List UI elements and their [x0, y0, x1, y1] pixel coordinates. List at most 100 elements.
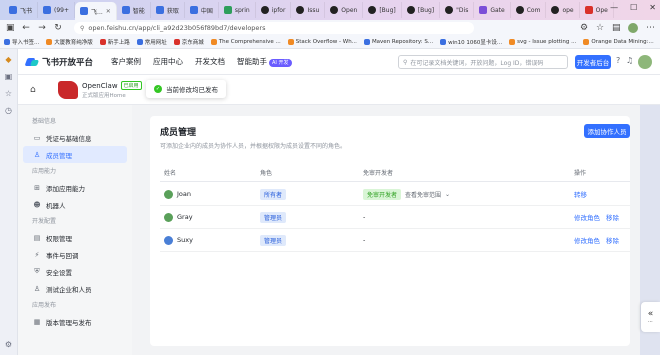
minimize-icon[interactable]: —: [610, 3, 618, 12]
sidebar-toggle-icon[interactable]: ▣: [6, 23, 15, 33]
favorites-icon[interactable]: ☆: [596, 23, 604, 33]
browser-tab[interactable]: "Dis: [440, 2, 475, 18]
browser-side-rail: ◆ ▣ ☆ ◷ ⚙: [0, 49, 18, 355]
bookmark-icon: [440, 39, 447, 45]
forward-icon[interactable]: →: [38, 23, 46, 33]
browser-tab[interactable]: Gate: [474, 2, 511, 18]
bookmark-item[interactable]: Orange Data Mining:...: [583, 39, 654, 45]
toast-text: 当前修改均已发布: [166, 86, 218, 94]
browser-tab[interactable]: ope: [546, 2, 580, 18]
bookmark-item[interactable]: svg - Issue plotting ...: [509, 39, 576, 45]
sidebar-group-title: 基础信息: [32, 118, 57, 125]
bookmark-label: 导入书签...: [12, 40, 40, 46]
tab-favicon-icon: [551, 6, 560, 14]
tab-favicon-icon: [584, 6, 593, 14]
collapse-panel-button[interactable]: « ⋯: [641, 302, 660, 332]
favorites-rail-icon[interactable]: ☆: [5, 89, 12, 98]
user-avatar[interactable]: [638, 55, 652, 69]
browser-tab[interactable]: [Bug]: [363, 2, 402, 18]
address-bar-row: ▣ ← → ↻ ⚲ open.feishu.cn/app/cli_a92d23b…: [0, 20, 660, 36]
view-scope-link[interactable]: 查看免审范围: [405, 190, 441, 199]
url-field[interactable]: ⚲ open.feishu.cn/app/cli_a92d23b056f89bd…: [74, 22, 474, 34]
browser-tab[interactable]: 飞... ✕: [75, 2, 117, 20]
url-text: open.feishu.cn/app/cli_a92d23b056f89bd7/…: [88, 24, 266, 32]
developer-console-button[interactable]: 开发者后台: [575, 55, 611, 69]
tab-label: Gate: [490, 6, 505, 14]
close-window-icon[interactable]: ✕: [649, 3, 656, 12]
row-action-link[interactable]: 移除: [606, 235, 619, 245]
bookmark-item[interactable]: The Comprehensive ...: [210, 39, 281, 45]
help-icon[interactable]: ?: [616, 56, 620, 65]
settings-icon[interactable]: ⚙: [5, 340, 12, 349]
notification-icon[interactable]: ♫: [626, 56, 633, 65]
add-collaborator-button[interactable]: 添加协作人员: [584, 124, 630, 138]
browser-tab[interactable]: 飞书: [4, 2, 39, 18]
browser-tab[interactable]: 获取: [151, 2, 185, 18]
browser-tab[interactable]: sprin: [219, 2, 256, 18]
row-action-link[interactable]: 移除: [606, 212, 619, 222]
feishu-logo-icon: [26, 57, 38, 67]
sidebar-item-permissions[interactable]: ▤ 权限管理: [23, 229, 127, 246]
browser-tab[interactable]: 智能: [117, 2, 151, 18]
bookmark-item[interactable]: 导入书签...: [4, 38, 39, 46]
bookmark-item[interactable]: 京东商城: [173, 38, 204, 46]
brand-logo[interactable]: 飞书开放平台: [26, 56, 93, 68]
chevron-down-icon[interactable]: ⌄: [445, 191, 450, 198]
close-tab-icon[interactable]: ✕: [106, 8, 111, 15]
browser-tab[interactable]: Open: [325, 2, 364, 18]
search-input[interactable]: ⚲ 在可记录文档关键词，开放问题，Log ID，错误码: [398, 55, 568, 69]
bookmark-item[interactable]: 常用网址: [136, 38, 167, 46]
tab-favicon-icon: [260, 6, 269, 14]
check-icon: ✓: [154, 85, 162, 93]
sidebar-item-credentials[interactable]: ▭ 凭证与基础信息: [23, 129, 127, 146]
sidebar-item-bot[interactable]: ☻ 机器人: [23, 196, 127, 213]
role-badge: 所有者: [260, 188, 287, 200]
back-icon[interactable]: ←: [22, 23, 30, 33]
tab-favicon-icon: [223, 6, 232, 14]
sidebar-item-test-users[interactable]: ♙ 测试企业和人员: [23, 280, 127, 297]
browser-tab[interactable]: ipfor: [256, 2, 292, 18]
refresh-icon[interactable]: ↻: [54, 23, 62, 33]
sidebar-item-add-capability[interactable]: ⊞ 添加应用能力: [23, 179, 127, 196]
row-action-link[interactable]: 转移: [574, 189, 587, 199]
bookmarks-bar: 导入书签... 大厦教育纯净版 新手上路 常用网址 京东商城 The Comprehens…: [0, 36, 660, 49]
browser-tab[interactable]: Com: [511, 2, 547, 18]
browser-tab[interactable]: 中国: [185, 2, 219, 18]
table-row: Gray 管理员 - 修改角色 移除: [160, 206, 630, 229]
bookmark-item[interactable]: 新手上路: [99, 38, 130, 46]
member-name: Gray: [177, 213, 193, 221]
nav-assistant[interactable]: 智能助手 AI 开发: [237, 56, 292, 67]
tab-favicon-icon: [406, 6, 415, 14]
browser-tab[interactable]: Ope: [580, 2, 614, 18]
collections-icon[interactable]: ▤: [612, 23, 621, 33]
nav-app-center[interactable]: 应用中心: [153, 56, 183, 67]
bookmark-item[interactable]: 大厦教育纯净版: [46, 38, 93, 46]
nav-docs[interactable]: 开发文档: [195, 56, 225, 67]
maximize-icon[interactable]: ☐: [630, 3, 637, 12]
more-icon[interactable]: ⋯: [646, 23, 655, 33]
bookmark-item[interactable]: Maven Repository: S...: [363, 39, 433, 45]
extensions-icon[interactable]: ⚙: [580, 23, 588, 33]
bookmark-icon: [173, 39, 180, 45]
bookmark-item[interactable]: Stack Overflow - Wh...: [287, 39, 357, 45]
nav-cases[interactable]: 客户案例: [111, 56, 141, 67]
sidebar-item-versions[interactable]: ▦ 版本管理与发布: [23, 313, 127, 330]
sidebar-item-members[interactable]: ♙ 成员管理: [23, 146, 127, 163]
sidebar-item-security[interactable]: ⛨ 安全设置: [23, 263, 127, 280]
browser-tab[interactable]: [Bug]: [402, 2, 441, 18]
sidebar-item-events[interactable]: ⚡ 事件与回调: [23, 246, 127, 263]
home-icon[interactable]: ⌂: [30, 85, 36, 95]
row-action-link[interactable]: 修改角色: [574, 235, 600, 245]
site-info-icon[interactable]: ⚲: [80, 25, 84, 32]
history-icon[interactable]: ◷: [5, 106, 12, 115]
bookmark-item[interactable]: win10 1060显卡设...: [440, 38, 502, 46]
browser-tab[interactable]: (99+: [38, 2, 76, 18]
browser-tab[interactable]: Issu: [291, 2, 326, 18]
profile-avatar[interactable]: [628, 23, 638, 33]
copilot-icon[interactable]: ◆: [5, 55, 11, 64]
tabs-icon[interactable]: ▣: [5, 72, 13, 81]
app-name-row: OpenClaw 已启用: [82, 81, 142, 90]
main-content: 成员管理 可添加企业内的成员为协作人员，并根据权限为成员设置不同的角色。 添加协…: [132, 105, 640, 355]
row-action-link[interactable]: 修改角色: [574, 212, 600, 222]
tab-favicon-icon: [189, 6, 198, 14]
